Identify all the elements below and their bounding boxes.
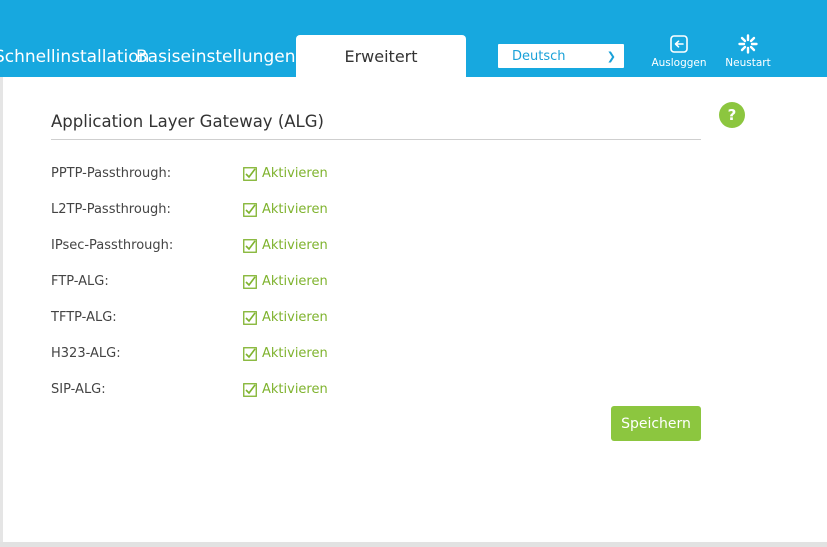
row-label: FTP-ALG: (51, 274, 109, 289)
chevron-down-icon: ❯ (606, 50, 616, 63)
checkbox-checked-icon[interactable] (243, 311, 257, 325)
checkbox-label[interactable]: Aktivieren (262, 164, 328, 184)
checkbox-checked-icon[interactable] (243, 347, 257, 361)
logout-icon (670, 35, 688, 53)
row-label: IPsec-Passthrough: (51, 238, 174, 253)
reboot-button[interactable]: Neustart (713, 33, 783, 69)
row-l2tp: L2TP-Passthrough: Aktivieren (51, 200, 451, 220)
row-h323-alg: H323-ALG: Aktivieren (51, 344, 451, 364)
tab-quick-setup[interactable]: Schnellinstallation (0, 35, 149, 77)
row-label: SIP-ALG: (51, 382, 106, 397)
section-title: Application Layer Gateway (ALG) (51, 112, 324, 131)
checkbox-label[interactable]: Aktivieren (262, 200, 328, 220)
checkbox-checked-icon[interactable] (243, 239, 257, 253)
save-button[interactable]: Speichern (611, 406, 701, 441)
row-sip-alg: SIP-ALG: Aktivieren (51, 380, 451, 400)
row-label: PPTP-Passthrough: (51, 166, 172, 181)
tab-advanced[interactable]: Erweitert (296, 35, 466, 77)
top-header: Schnellinstallation Basiseinstellungen E… (0, 0, 827, 77)
logout-label: Ausloggen (651, 57, 707, 69)
row-label: TFTP-ALG: (51, 310, 117, 325)
checkbox-checked-icon[interactable] (243, 383, 257, 397)
language-select[interactable]: Deutsch ❯ (498, 44, 624, 68)
language-select-value: Deutsch (512, 49, 566, 64)
checkbox-checked-icon[interactable] (243, 275, 257, 289)
reboot-label: Neustart (725, 57, 771, 69)
checkbox-label[interactable]: Aktivieren (262, 236, 328, 256)
checkbox-checked-icon[interactable] (243, 203, 257, 217)
row-ipsec: IPsec-Passthrough: Aktivieren (51, 236, 451, 256)
row-tftp-alg: TFTP-ALG: Aktivieren (51, 308, 451, 328)
reboot-spinner-icon (738, 34, 758, 54)
row-label: H323-ALG: (51, 346, 121, 361)
checkbox-label[interactable]: Aktivieren (262, 380, 328, 400)
row-ftp-alg: FTP-ALG: Aktivieren (51, 272, 451, 292)
row-label: L2TP-Passthrough: (51, 202, 171, 217)
bottom-border (0, 542, 827, 547)
checkbox-label[interactable]: Aktivieren (262, 308, 328, 328)
logout-button[interactable]: Ausloggen (644, 33, 714, 69)
section-divider (51, 139, 701, 140)
tab-basic[interactable]: Basiseinstellungen (136, 35, 295, 77)
row-pptp: PPTP-Passthrough: Aktivieren (51, 164, 451, 184)
help-icon[interactable]: ? (719, 102, 745, 128)
checkbox-label[interactable]: Aktivieren (262, 344, 328, 364)
left-border (0, 77, 3, 542)
checkbox-checked-icon[interactable] (243, 167, 257, 181)
checkbox-label[interactable]: Aktivieren (262, 272, 328, 292)
